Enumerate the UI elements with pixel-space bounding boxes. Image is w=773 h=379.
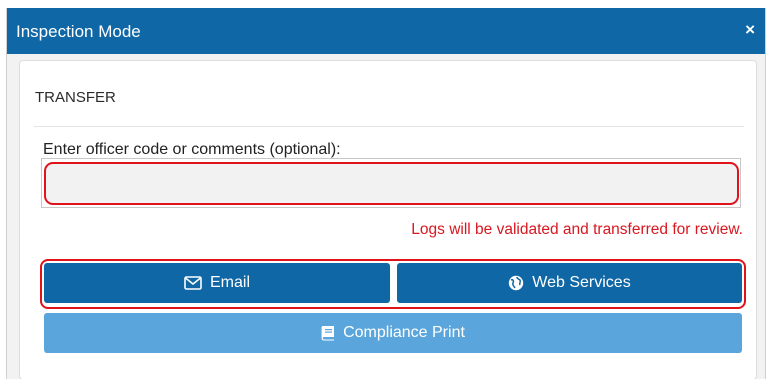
officer-code-field-highlight	[44, 162, 739, 205]
officer-code-input[interactable]	[46, 164, 737, 203]
web-services-button[interactable]: Web Services	[397, 263, 742, 303]
transfer-card: TRANSFER Enter officer code or comments …	[19, 60, 757, 379]
web-services-button-label: Web Services	[532, 274, 631, 291]
compliance-print-button[interactable]: Compliance Print	[44, 313, 742, 353]
divider	[34, 126, 744, 127]
dialog-header: Inspection Mode ×	[7, 8, 765, 54]
globe-icon	[508, 275, 524, 291]
section-title: TRANSFER	[35, 89, 116, 106]
validation-notice: Logs will be validated and transferred f…	[411, 221, 743, 238]
dialog-title: Inspection Mode	[16, 22, 141, 41]
compliance-print-button-label: Compliance Print	[343, 324, 465, 341]
close-button[interactable]: ×	[745, 20, 755, 40]
email-button[interactable]: Email	[44, 263, 390, 303]
envelope-icon	[184, 276, 202, 290]
officer-code-label: Enter officer code or comments (optional…	[43, 141, 341, 158]
inspection-mode-dialog: Inspection Mode × TRANSFER Enter officer…	[6, 8, 766, 379]
email-button-label: Email	[209, 274, 250, 291]
book-icon	[321, 325, 335, 341]
